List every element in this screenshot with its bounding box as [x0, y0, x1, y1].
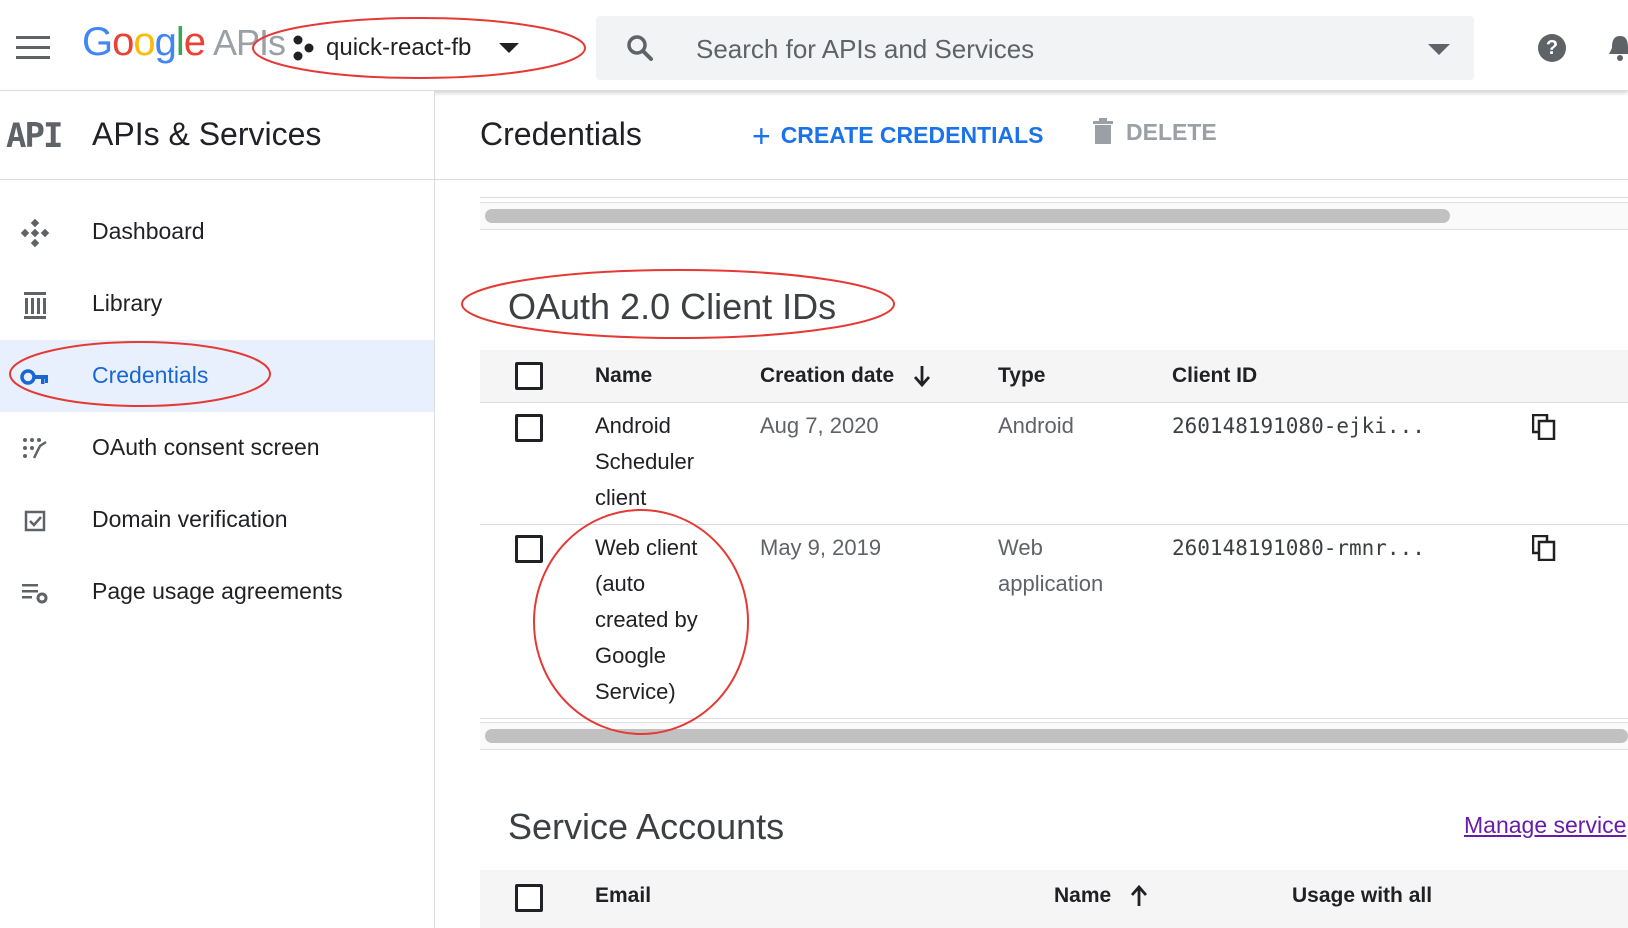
column-header-creation-date[interactable]: Creation date — [760, 364, 932, 388]
arrow-up-icon — [1130, 884, 1148, 906]
key-icon — [20, 369, 48, 385]
sidebar-item-label: OAuth consent screen — [92, 434, 320, 460]
logo-suffix: APIs — [213, 22, 286, 63]
column-header-usage[interactable]: Usage with all — [1292, 884, 1432, 908]
client-name-line: Scheduler — [595, 449, 695, 474]
trash-icon — [1093, 118, 1113, 144]
help-icon[interactable]: ? — [1538, 34, 1566, 62]
sidebar-title: APIs & Services — [92, 116, 322, 152]
client-name-line: (auto — [595, 571, 646, 596]
row-divider — [480, 718, 1628, 719]
service-accounts-title: Service Accounts — [508, 806, 785, 847]
horizontal-scrollbar[interactable] — [480, 202, 1628, 230]
sidebar-item-page-usage[interactable]: Page usage agreements — [0, 556, 434, 628]
create-credentials-label: CREATE CREDENTIALS — [780, 122, 1044, 148]
create-credentials-button[interactable]: + CREATE CREDENTIALS — [752, 118, 1044, 155]
consent-icon — [23, 438, 47, 459]
search-input[interactable] — [694, 26, 1398, 72]
sidebar-item-label: Credentials — [92, 362, 209, 388]
scrollbar-thumb[interactable] — [485, 209, 1450, 223]
client-name-line: created by — [595, 607, 698, 632]
creation-date: May 9, 2019 — [760, 535, 882, 560]
client-type-line: Web — [998, 535, 1043, 560]
client-name-line: Google — [595, 643, 666, 668]
dashboard-icon — [20, 218, 50, 248]
client-name[interactable]: Android Scheduler client — [595, 408, 694, 516]
client-type: Android — [998, 413, 1074, 438]
menu-icon[interactable] — [16, 36, 50, 60]
column-header-name[interactable]: Name — [595, 364, 652, 388]
page-title: Credentials — [480, 116, 642, 152]
chevron-down-icon — [499, 43, 520, 53]
sidebar-item-label: Page usage agreements — [92, 578, 343, 604]
sidebar-item-label: Library — [92, 290, 163, 316]
sidebar-item-oauth-consent[interactable]: OAuth consent screen — [0, 412, 434, 484]
client-id: 260148191080-rmnr... — [1172, 536, 1425, 560]
column-header-client-id[interactable]: Client ID — [1172, 364, 1257, 388]
column-header-sa-name[interactable]: Name — [1054, 884, 1149, 908]
delete-button[interactable]: DELETE — [1092, 118, 1217, 146]
search-dropdown-icon[interactable] — [1428, 44, 1450, 55]
select-all-checkbox[interactable] — [515, 884, 543, 912]
sidebar-item-label: Domain verification — [92, 506, 288, 532]
sidebar-item-credentials[interactable]: Credentials — [0, 340, 434, 412]
row-checkbox[interactable] — [515, 414, 543, 442]
row-checkbox[interactable] — [515, 535, 543, 563]
plus-icon: + — [752, 118, 771, 154]
client-type: Web application — [998, 530, 1103, 602]
creation-date: Aug 7, 2020 — [760, 413, 879, 438]
manage-service-accounts-link[interactable]: Manage service — [1464, 812, 1626, 839]
sidebar-item-dashboard[interactable]: Dashboard — [0, 196, 434, 268]
client-name-line: Android — [595, 413, 671, 438]
settings-list-icon — [22, 584, 48, 604]
client-id: 260148191080-ejki... — [1172, 414, 1425, 438]
column-header-label: Creation date — [760, 364, 895, 387]
column-header-label: Name — [1054, 884, 1112, 907]
horizontal-scrollbar[interactable] — [480, 722, 1628, 750]
client-name-line: Service) — [595, 679, 676, 704]
row-divider — [480, 524, 1628, 525]
sidebar-item-label: Dashboard — [92, 218, 205, 244]
select-all-checkbox[interactable] — [515, 362, 543, 390]
project-selector[interactable]: quick-react-fb — [290, 28, 520, 68]
client-type-line: application — [998, 571, 1104, 596]
checkbox-icon — [24, 510, 46, 532]
google-apis-logo[interactable]: Google APIs — [82, 20, 286, 65]
arrow-down-icon — [913, 366, 931, 388]
delete-label: DELETE — [1126, 119, 1217, 145]
copy-icon[interactable] — [1532, 414, 1556, 440]
project-hexagon-icon — [293, 35, 314, 61]
scrollbar-thumb[interactable] — [485, 729, 1628, 743]
divider — [480, 197, 1628, 198]
column-header-email[interactable]: Email — [595, 884, 651, 908]
notifications-icon[interactable] — [1608, 32, 1628, 64]
sidebar-item-library[interactable]: Library — [0, 268, 434, 340]
project-name: quick-react-fb — [326, 34, 472, 61]
api-logo: API — [6, 116, 63, 156]
column-header-type[interactable]: Type — [998, 364, 1045, 388]
search-icon[interactable] — [626, 34, 654, 62]
client-name-line: client — [595, 485, 647, 510]
copy-icon[interactable] — [1532, 535, 1556, 561]
oauth-section-title: OAuth 2.0 Client IDs — [508, 286, 837, 327]
library-icon — [24, 292, 46, 319]
sidebar-item-domain-verification[interactable]: Domain verification — [0, 484, 434, 556]
client-name[interactable]: Web client (auto created by Google Servi… — [595, 530, 698, 710]
client-name-line: Web client — [595, 535, 698, 560]
